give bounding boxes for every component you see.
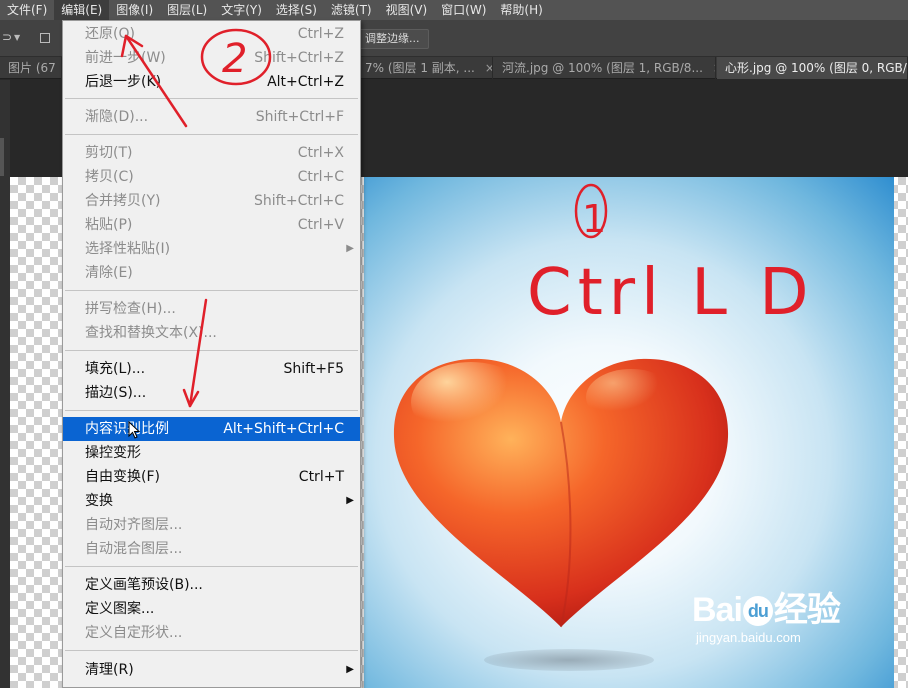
annotation-arrow-content-aware [188, 298, 208, 408]
arrow-cursor-icon [128, 421, 141, 439]
annotation-number-1: 1 [582, 197, 606, 241]
annotation-arrow-undo [124, 34, 188, 128]
annotation-number-2: 2 [222, 36, 247, 82]
annotation-hotkey-text: Ctrl L D [527, 256, 815, 330]
annotation-overlay: 2 1 Ctrl L D [120, 28, 815, 408]
